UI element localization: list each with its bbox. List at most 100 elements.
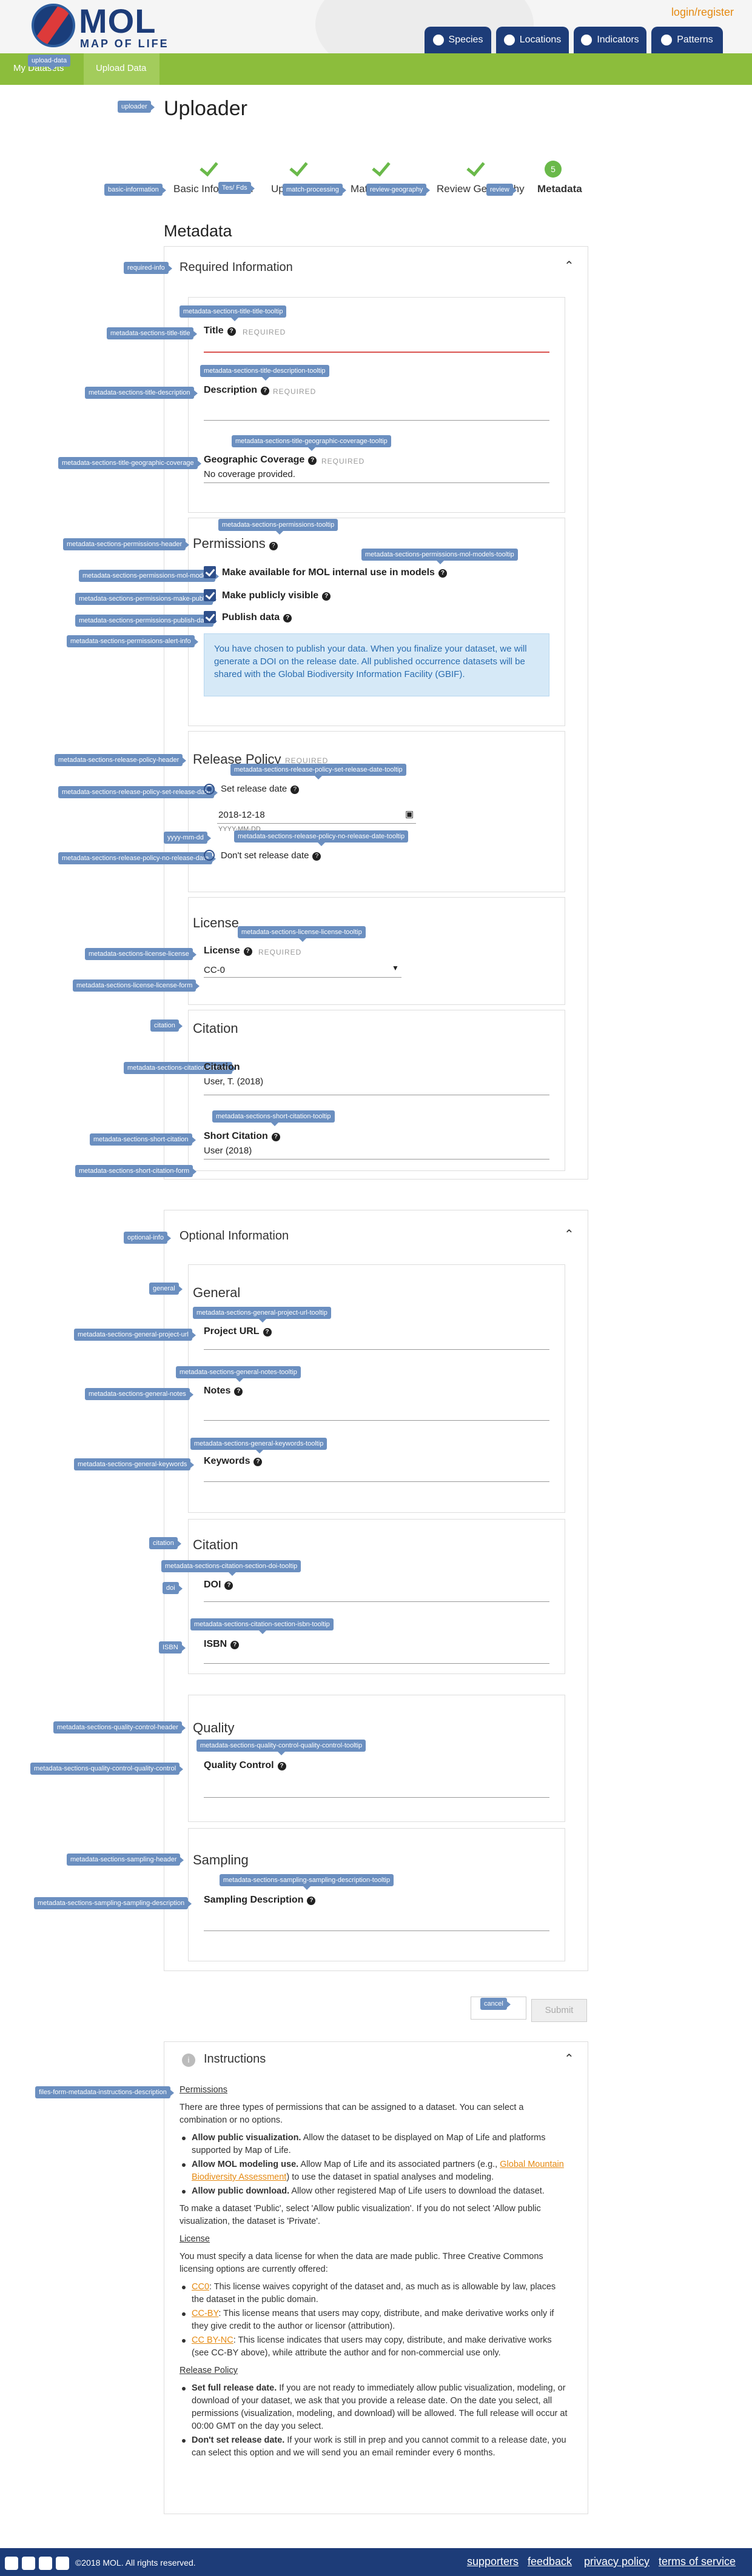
debug-tag: cancel (480, 1998, 511, 2010)
keywords-input[interactable] (204, 1481, 549, 1482)
debug-tag: metadata-sections-release-policy-header (55, 754, 187, 766)
title-label: Title? (204, 325, 236, 336)
google-plus-icon[interactable] (56, 2557, 69, 2570)
sampling-description-input[interactable] (204, 1907, 549, 1931)
debug-tooltip-tag: metadata-sections-license-license-toolti… (238, 926, 366, 942)
current-step-badge: 5 (545, 161, 562, 178)
debug-tag: general (149, 1283, 183, 1295)
help-icon[interactable]: ? (290, 786, 300, 794)
submit-button[interactable]: Submit (531, 1999, 587, 2022)
help-icon[interactable]: ? (253, 1458, 263, 1466)
footer-link-feedback[interactable]: feedback (528, 2555, 572, 2568)
quality-control-input[interactable] (204, 1774, 549, 1798)
footer-link-privacy[interactable]: privacy policy (584, 2555, 650, 2568)
help-icon[interactable]: ? (269, 542, 278, 550)
help-icon[interactable]: ? (224, 1581, 233, 1590)
cc0-link[interactable]: CC0 (192, 2282, 209, 2292)
indicators-icon (581, 35, 593, 45)
login-register-link[interactable]: login/register (671, 6, 734, 19)
list-item: CC0: This license waives copyright of th… (180, 2281, 568, 2306)
mol-logo[interactable] (32, 4, 75, 47)
make-public-checkbox[interactable] (204, 589, 216, 601)
publish-data-checkbox[interactable] (204, 611, 216, 623)
nav-patterns[interactable]: Patterns (651, 27, 723, 53)
required-hint: REQUIRED (258, 948, 302, 956)
footer: ©2018 MOL. All rights reserved. supporte… (0, 2548, 752, 2576)
top-header: MOL MAP OF LIFE login/register Species L… (0, 0, 752, 53)
sampling-header: Sampling (193, 1852, 249, 1867)
brand-name: MOL (79, 2, 156, 40)
brand-subtitle: MAP OF LIFE (80, 38, 169, 50)
facebook-icon[interactable] (39, 2557, 52, 2570)
collapse-chevron-icon[interactable]: ⌃ (564, 1227, 574, 1242)
cc-by-nc-link[interactable]: CC BY-NC (192, 2335, 233, 2345)
list-item: Set full release date. If you are not re… (180, 2382, 568, 2433)
debug-tooltip-tag: metadata-sections-title-geographic-cover… (232, 435, 391, 451)
help-icon[interactable]: ? (227, 327, 236, 336)
help-icon[interactable]: ? (277, 1762, 286, 1770)
license-intro: You must specify a data license for when… (180, 2252, 543, 2274)
doi-input[interactable] (204, 1601, 549, 1602)
required-info-title: Required Information (180, 261, 293, 274)
footer-link-terms[interactable]: terms of service (659, 2555, 736, 2568)
nav-locations[interactable]: Locations (496, 27, 569, 53)
isbn-input[interactable] (204, 1663, 549, 1664)
github-icon[interactable] (5, 2557, 18, 2570)
twitter-icon[interactable] (22, 2557, 35, 2570)
help-icon[interactable]: ? (263, 1328, 272, 1336)
nav-species[interactable]: Species (425, 27, 491, 53)
citation-label: Citation (204, 1062, 240, 1072)
help-icon[interactable]: ? (312, 852, 321, 861)
mol-models-label: Make available for MOL internal use in m… (222, 567, 447, 578)
debug-tooltip-tag: metadata-sections-general-project-url-to… (193, 1307, 331, 1323)
debug-tag: basic-information (104, 184, 166, 196)
instructions-body: Permissions There are three types of per… (180, 2084, 568, 2461)
debug-tooltip-tag: metadata-sections-release-policy-set-rel… (230, 764, 406, 779)
help-icon[interactable]: ? (271, 1133, 280, 1141)
release-list: Set full release date. If you are not re… (180, 2382, 568, 2460)
publish-data-label: Publish data? (222, 612, 292, 623)
title-input[interactable] (204, 352, 549, 353)
release-date-input[interactable]: 2018-12-18 (218, 810, 265, 820)
debug-tooltip-tag: metadata-sections-title-title-tooltip (180, 305, 287, 321)
calendar-icon[interactable]: ▣ (405, 809, 414, 819)
cc-by-link[interactable]: CC-BY (192, 2309, 218, 2318)
quality-section (188, 1695, 565, 1822)
description-input[interactable] (204, 400, 549, 421)
project-url-input[interactable] (204, 1349, 549, 1350)
footer-link-supporters[interactable]: supporters (467, 2555, 519, 2568)
mol-models-checkbox[interactable] (204, 566, 216, 578)
step-check-icon (372, 159, 391, 172)
help-icon[interactable]: ? (308, 456, 317, 465)
info-icon: i (182, 2054, 195, 2067)
debug-tooltip-tag: metadata-sections-permissions-tooltip (218, 519, 338, 535)
step-metadata[interactable]: Metadata (537, 183, 582, 195)
collapse-chevron-icon[interactable]: ⌃ (564, 2051, 574, 2066)
geographic-coverage-field[interactable] (204, 482, 549, 483)
debug-tooltip-tag: metadata-sections-quality-control-qualit… (196, 1740, 366, 1755)
help-icon[interactable]: ? (322, 592, 331, 601)
help-icon[interactable]: ? (234, 1387, 243, 1396)
permissions-outro: To make a dataset 'Public', select 'Allo… (180, 2204, 541, 2226)
help-icon[interactable]: ? (243, 947, 252, 956)
tab-upload-data[interactable]: Upload Data (96, 63, 146, 73)
help-icon[interactable]: ? (283, 614, 292, 622)
help-icon[interactable]: ? (438, 569, 447, 578)
license-select[interactable]: CC-0 (204, 965, 225, 975)
short-citation-input[interactable]: User (2018) (204, 1146, 252, 1156)
geographic-coverage-label: Geographic Coverage? (204, 455, 317, 465)
debug-tag: Tes/ Fds (218, 182, 255, 194)
chevron-down-icon[interactable]: ▼ (392, 964, 399, 972)
help-icon[interactable]: ? (307, 1897, 316, 1905)
no-release-date-radio[interactable] (204, 850, 215, 861)
collapse-chevron-icon[interactable]: ⌃ (564, 258, 574, 273)
set-release-date-radio[interactable] (204, 784, 215, 795)
help-icon[interactable]: ? (261, 387, 270, 395)
license-select-underline (204, 977, 401, 978)
notes-input[interactable] (204, 1398, 549, 1421)
nav-indicators[interactable]: Indicators (574, 27, 646, 53)
debug-tag: citation (150, 1019, 183, 1032)
citation-input[interactable]: User, T. (2018) (204, 1076, 263, 1087)
debug-tag: metadata-sections-release-policy-set-rel… (58, 786, 218, 798)
help-icon[interactable]: ? (230, 1641, 240, 1649)
